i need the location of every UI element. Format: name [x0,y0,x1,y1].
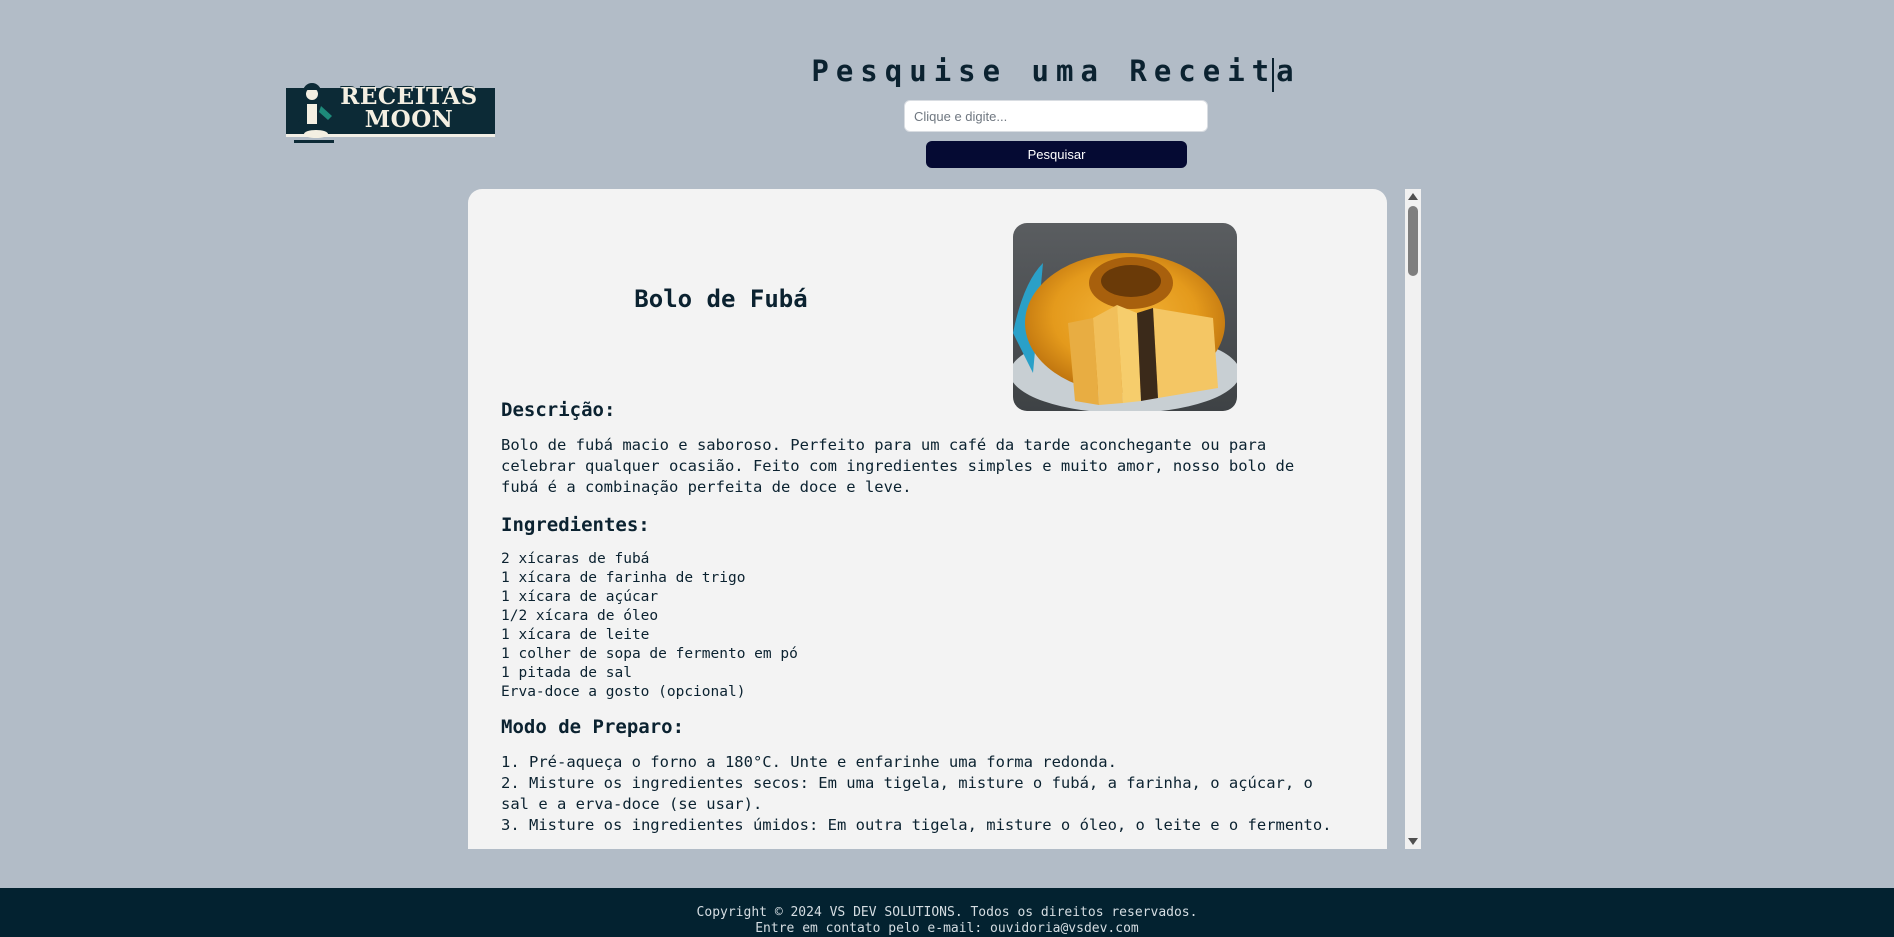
logo-line-2: MOON [364,106,454,133]
recipe-photo [1013,223,1237,411]
scroll-thumb[interactable] [1408,206,1418,276]
search-button[interactable]: Pesquisar [926,141,1187,168]
card-scrollbar[interactable] [1405,189,1421,849]
scroll-up-arrow-icon[interactable] [1408,193,1418,200]
footer-copyright: Copyright © 2024 VS DEV SOLUTIONS. Todos… [696,905,1198,920]
typing-caret [1272,58,1274,92]
logo-line-1: RECEITAS [340,83,478,110]
recipe-title: Bolo de Fubá [634,285,808,313]
ingredient-item: 2 xícaras de fubá [501,551,650,567]
step-item: 3. Misture os ingredientes úmidos: Em ou… [501,816,1332,834]
description-heading: Descrição: [501,399,616,421]
step-item: 2. Misture os ingredientes secos: Em uma… [501,774,1313,792]
ingredients-list: 2 xícaras de fubá 1 xícara de farinha de… [501,550,1361,702]
ingredient-item: 1 xícara de leite [501,627,650,643]
recipe-content: Descrição: Bolo de fubá macio e saboroso… [501,397,1361,836]
search-title: Pesquise uma Receita [811,54,1301,88]
description-line: Bolo de fubá macio e saboroso. Perfeito … [501,436,1267,454]
ingredient-item: Erva-doce a gosto (opcional) [501,684,746,700]
ingredient-item: 1 xícara de farinha de trigo [501,570,746,586]
ingredient-item: 1 xícara de açúcar [501,589,659,605]
recipe-card[interactable]: Bolo de Fubá Descrição: Bolo de fubá mac… [468,189,1387,849]
ingredient-item: 1/2 xícara de óleo [501,608,659,624]
site-logo[interactable]: RECEITAS MOON [286,80,495,146]
description-line: fubá é a combinação perfeita de doce e l… [501,478,912,496]
search-input[interactable] [904,100,1208,132]
step-item: sal e a erva-doce (se usar). [501,795,763,813]
ingredient-item: 1 pitada de sal [501,665,632,681]
preparation-heading: Modo de Preparo: [501,716,685,738]
description-line: celebrar qualquer ocasião. Feito com ing… [501,457,1295,475]
ingredients-heading: Ingredientes: [501,514,650,536]
footer-contact: Entre em contato pelo e-mail: ouvidoria@… [755,921,1139,936]
ingredient-item: 1 colher de sopa de fermento em pó [501,646,798,662]
page: RECEITAS MOON Pesquise uma Receita Pesqu… [0,0,1894,937]
logo-text: RECEITAS MOON [324,85,494,131]
scroll-down-arrow-icon[interactable] [1408,838,1418,845]
cake-image [1013,223,1237,411]
page-footer: Copyright © 2024 VS DEV SOLUTIONS. Todos… [0,888,1894,937]
step-item: 1. Pré-aqueça o forno a 180°C. Unte e en… [501,753,1117,771]
preparation-steps: 1. Pré-aqueça o forno a 180°C. Unte e en… [501,752,1361,836]
description-text: Bolo de fubá macio e saboroso. Perfeito … [501,435,1361,498]
